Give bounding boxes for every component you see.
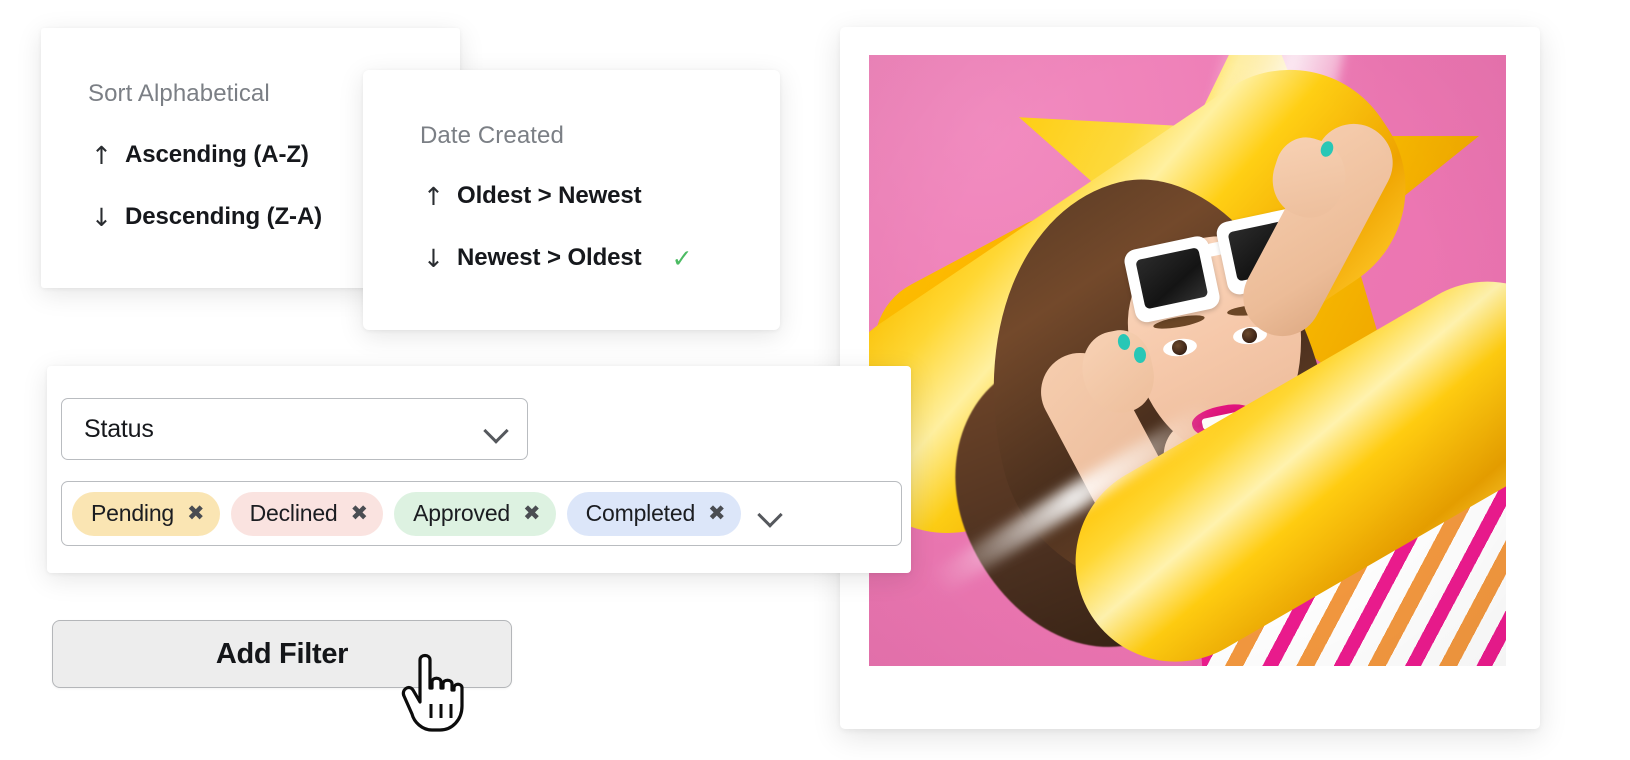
arrow-down-icon: ↓ (91, 202, 112, 232)
tag-label: Pending (91, 500, 175, 526)
filter-panel: Status Pending ✖ Declined ✖ Approved ✖ C… (47, 366, 911, 573)
tag-label: Declined (249, 500, 338, 526)
tag-completed[interactable]: Completed ✖ (566, 491, 741, 536)
arrow-down-icon: ↓ (423, 243, 444, 273)
screen-root: Sort Alphabetical ↑ Ascending (A-Z) ↓ De… (0, 0, 1630, 760)
sort-option-ascending-label: Ascending (A-Z) (125, 141, 309, 168)
sort-alphabetical-heading: Sort Alphabetical (88, 80, 270, 107)
tag-label: Approved (413, 500, 510, 526)
remove-tag-icon[interactable]: ✖ (523, 503, 541, 524)
date-created-heading: Date Created (420, 122, 564, 149)
sort-option-descending[interactable]: ↓ Descending (Z-A) (91, 203, 322, 231)
filter-values-input[interactable]: Pending ✖ Declined ✖ Approved ✖ Complete… (61, 481, 902, 546)
chevron-down-icon[interactable] (758, 506, 784, 521)
tag-pending[interactable]: Pending ✖ (72, 491, 220, 536)
arrow-up-icon: ↑ (423, 181, 444, 211)
sort-option-ascending[interactable]: ↑ Ascending (A-Z) (91, 141, 309, 169)
remove-tag-icon[interactable]: ✖ (187, 503, 205, 524)
tag-label: Completed (585, 500, 696, 526)
check-icon: ✓ (671, 243, 693, 273)
tag-declined[interactable]: Declined ✖ (230, 491, 384, 536)
sort-option-oldest-newest[interactable]: ↑ Oldest > Newest (423, 182, 642, 210)
remove-tag-icon[interactable]: ✖ (351, 503, 369, 524)
filter-field-value: Status (84, 414, 154, 443)
sort-option-oldest-newest-label: Oldest > Newest (457, 182, 642, 209)
add-filter-label: Add Filter (215, 637, 349, 670)
arrow-up-icon: ↑ (91, 140, 112, 170)
photo-card (840, 27, 1540, 729)
remove-tag-icon[interactable]: ✖ (708, 503, 726, 524)
sort-option-descending-label: Descending (Z-A) (125, 203, 323, 230)
date-created-sort-menu: Date Created ↑ Oldest > Newest ↓ Newest … (363, 70, 780, 330)
sort-option-newest-oldest[interactable]: ↓ Newest > Oldest ✓ (423, 244, 693, 272)
chevron-down-icon (484, 422, 510, 437)
tag-approved[interactable]: Approved ✖ (394, 491, 556, 536)
sort-option-newest-oldest-label: Newest > Oldest (457, 244, 642, 271)
photo-image (869, 55, 1506, 666)
filter-field-select[interactable]: Status (61, 398, 528, 460)
add-filter-button[interactable]: Add Filter (52, 620, 512, 688)
